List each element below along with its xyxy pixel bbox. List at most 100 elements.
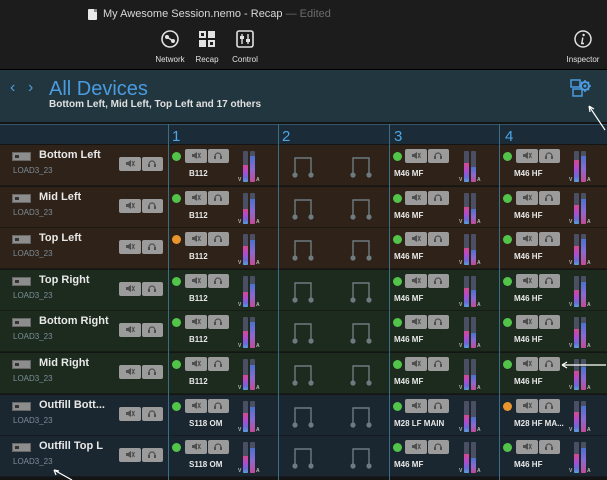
headphones-icon [433, 189, 443, 207]
mute-button[interactable] [516, 315, 538, 329]
device-row[interactable]: Top Left LOAD3_23 B112 V A M46 MF V A M46 HF V A [0, 228, 607, 269]
mute-button[interactable] [185, 399, 207, 413]
mute-button[interactable] [516, 440, 538, 454]
mute-button[interactable] [405, 274, 427, 288]
mute-button[interactable] [185, 191, 207, 205]
mute-button[interactable] [405, 232, 427, 246]
mute-button[interactable] [405, 357, 427, 371]
solo-button[interactable] [427, 149, 449, 163]
mute-button[interactable] [405, 315, 427, 329]
solo-button[interactable] [427, 232, 449, 246]
device-row[interactable]: Outfill Top L LOAD3_23 S118 OM V A M46 MF V A M4… [0, 436, 607, 477]
solo-button[interactable] [207, 149, 229, 163]
device-name: Mid Left [39, 191, 82, 203]
meter-fill [464, 330, 469, 348]
mute-button[interactable] [185, 149, 207, 163]
solo-button[interactable] [207, 440, 229, 454]
mute-button[interactable] [119, 448, 141, 462]
ch1-mute-solo [185, 357, 229, 371]
mute-button[interactable] [516, 191, 538, 205]
mute-button[interactable] [516, 357, 538, 371]
mute-button[interactable] [119, 407, 141, 421]
ch3-model: M46 MF [394, 294, 424, 303]
solo-button[interactable] [141, 407, 163, 421]
device-row[interactable]: Outfill Bott... LOAD3_23 S118 OM V A M28 LF M… [0, 395, 607, 436]
solo-button[interactable] [538, 191, 560, 205]
meter-fill [581, 199, 586, 224]
solo-button[interactable] [207, 232, 229, 246]
recap-button[interactable]: Recap [191, 28, 223, 68]
mute-button[interactable] [185, 440, 207, 454]
device-row[interactable]: Mid Left LOAD3_23 B112 V A M46 MF V A M46 HF V A [0, 187, 607, 228]
solo-button[interactable] [427, 399, 449, 413]
solo-button[interactable] [427, 315, 449, 329]
mute-button[interactable] [119, 157, 141, 171]
solo-button[interactable] [538, 399, 560, 413]
meter-a-label: A [256, 343, 260, 349]
settings-gear-button[interactable] [570, 77, 592, 99]
mute-button[interactable] [185, 315, 207, 329]
mute-button[interactable] [405, 399, 427, 413]
mute-button[interactable] [185, 357, 207, 371]
device-row[interactable]: Bottom Right LOAD3_23 B112 V A M46 MF V A M46 HF… [0, 311, 607, 352]
network-button[interactable]: Network [150, 28, 190, 68]
mute-button[interactable] [405, 191, 427, 205]
solo-button[interactable] [207, 315, 229, 329]
meter-v-label: V [459, 427, 463, 433]
solo-button[interactable] [538, 149, 560, 163]
device-mute-solo [119, 157, 163, 171]
level-meter [243, 317, 248, 348]
control-button[interactable]: Control [225, 28, 265, 68]
mute-button[interactable] [405, 149, 427, 163]
ch4-model: M46 HF [514, 252, 543, 261]
mute-button[interactable] [185, 232, 207, 246]
solo-button[interactable] [427, 440, 449, 454]
solo-button[interactable] [207, 399, 229, 413]
meter-v-label: V [459, 468, 463, 474]
solo-button[interactable] [141, 240, 163, 254]
mute-button[interactable] [119, 240, 141, 254]
solo-button[interactable] [538, 440, 560, 454]
mute-button[interactable] [119, 323, 141, 337]
solo-button[interactable] [538, 232, 560, 246]
mute-button[interactable] [185, 274, 207, 288]
solo-button[interactable] [538, 357, 560, 371]
meter-v-label: V [238, 343, 242, 349]
solo-button[interactable] [207, 357, 229, 371]
device-row[interactable]: Top Right LOAD3_23 B112 V A M46 MF V A M46 HF V A [0, 270, 607, 311]
meter-a-label: A [256, 260, 260, 266]
mute-button[interactable] [516, 149, 538, 163]
forward-button[interactable]: › [28, 79, 33, 97]
meter-a-label: A [256, 385, 260, 391]
solo-button[interactable] [427, 189, 449, 207]
mute-button[interactable] [119, 282, 141, 296]
headphones-icon [147, 446, 157, 464]
solo-button[interactable] [141, 199, 163, 213]
mute-button[interactable] [405, 440, 427, 454]
mute-button[interactable] [516, 232, 538, 246]
device-row[interactable]: Mid Right LOAD3_23 B112 V A M46 MF V A M46 HF V A [0, 353, 607, 394]
mute-button[interactable] [516, 274, 538, 288]
solo-button[interactable] [141, 282, 163, 296]
solo-button[interactable] [538, 274, 560, 288]
mute-button[interactable] [119, 365, 141, 379]
solo-button[interactable] [141, 446, 163, 464]
solo-button[interactable] [141, 365, 163, 379]
ch4-mute-solo [516, 399, 560, 413]
mute-button[interactable] [516, 399, 538, 413]
solo-button[interactable] [207, 191, 229, 205]
device-row[interactable]: Bottom Left LOAD3_23 B112 V A M46 MF V A M46 HF V… [0, 145, 607, 186]
solo-button[interactable] [538, 315, 560, 329]
level-meter [471, 276, 476, 307]
solo-button[interactable] [207, 274, 229, 288]
back-button[interactable]: ‹ [10, 79, 15, 97]
meter-fill [464, 206, 469, 224]
inspector-button[interactable]: Inspector [560, 28, 606, 68]
level-meter [243, 401, 248, 432]
row-separator [0, 185, 607, 186]
mute-button[interactable] [119, 199, 141, 213]
solo-button[interactable] [427, 274, 449, 288]
solo-button[interactable] [427, 357, 449, 371]
solo-button[interactable] [141, 323, 163, 337]
solo-button[interactable] [141, 157, 163, 171]
